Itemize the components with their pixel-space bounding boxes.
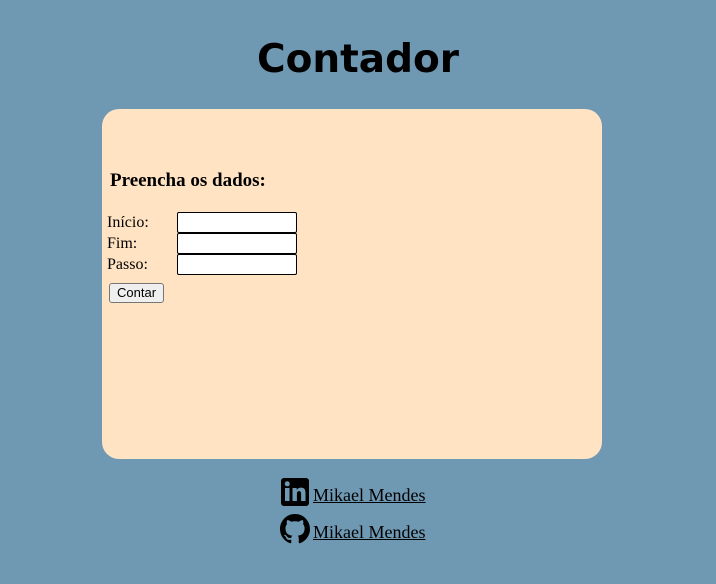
github-icon (280, 514, 310, 544)
start-input[interactable] (177, 212, 297, 233)
counter-form-card: Preencha os dados: Início: Fim: Passo: C… (102, 109, 602, 459)
end-input[interactable] (177, 233, 297, 254)
step-field-row: Passo: (107, 254, 307, 275)
end-field-row: Fim: (107, 233, 307, 254)
github-link-text: Mikael Mendes (313, 522, 426, 542)
linkedin-link-text: Mikael Mendes (313, 485, 426, 505)
start-label: Início: (107, 214, 149, 231)
step-input[interactable] (177, 254, 297, 275)
form-heading: Preencha os dados: (110, 170, 266, 191)
end-label: Fim: (107, 235, 138, 252)
step-label: Passo: (107, 256, 148, 273)
linkedin-link[interactable]: Mikael Mendes (280, 475, 425, 507)
linkedin-icon (280, 477, 310, 507)
github-link[interactable]: Mikael Mendes (280, 512, 425, 544)
count-button[interactable]: Contar (109, 283, 165, 303)
start-field-row: Início: (107, 212, 307, 233)
page-title: Contador (256, 37, 460, 82)
